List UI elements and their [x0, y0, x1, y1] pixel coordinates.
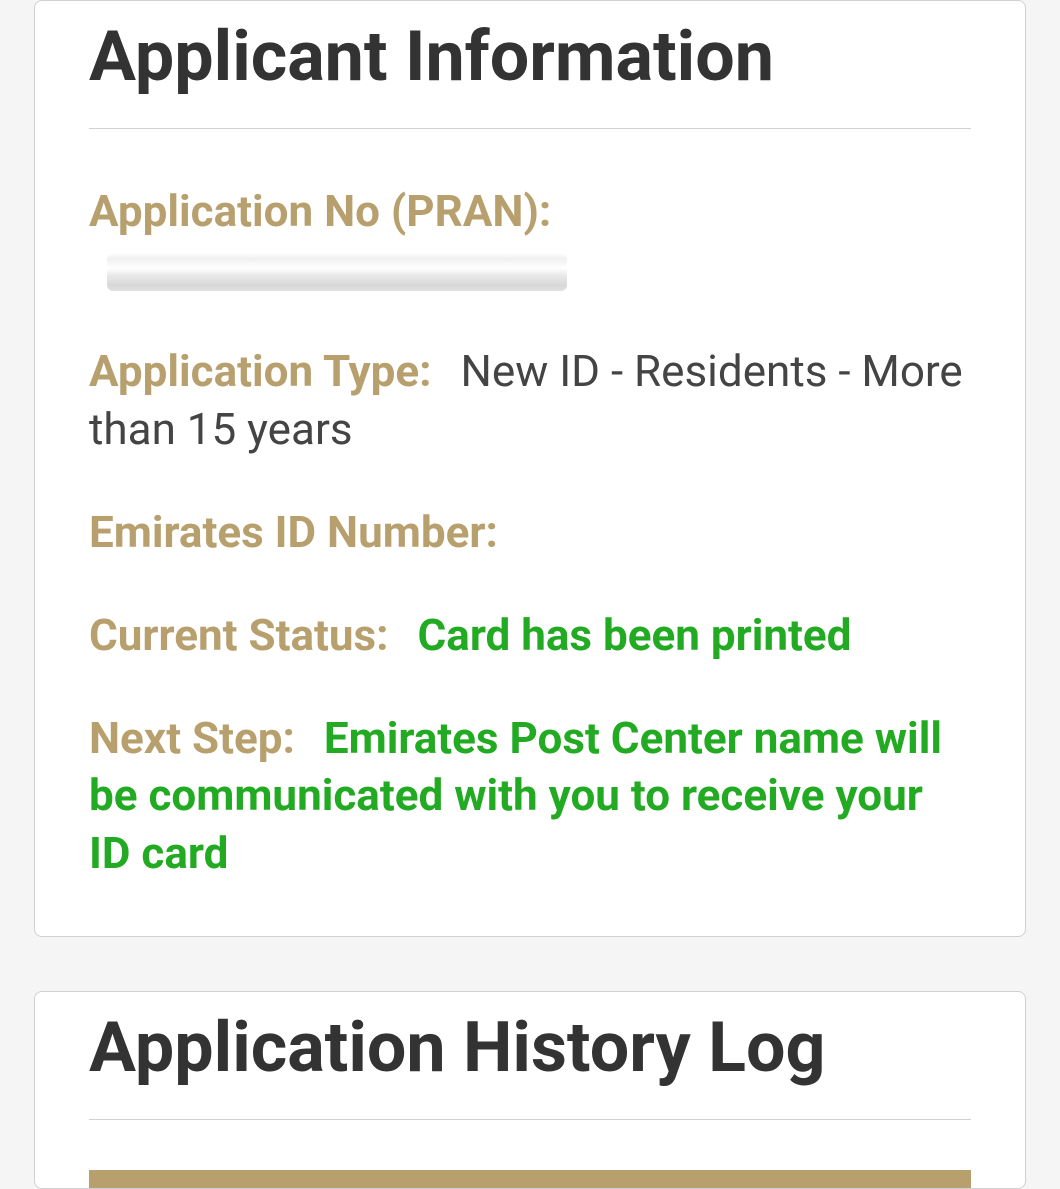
eid-label: Emirates ID Number:	[89, 506, 498, 558]
history-log-card: Application History Log	[34, 991, 1026, 1189]
status-row: Current Status: Card has been printed	[89, 607, 971, 664]
status-value: Card has been printed	[417, 609, 851, 661]
status-label: Current Status:	[89, 609, 389, 661]
next-step-label: Next Step:	[89, 712, 295, 764]
app-type-label: Application Type:	[89, 345, 432, 397]
app-type-row: Application Type: New ID - Residents - M…	[89, 343, 971, 457]
history-log-title: Application History Log	[89, 1007, 971, 1120]
pran-label: Application No (PRAN):	[89, 185, 551, 237]
applicant-info-title: Applicant Information	[89, 16, 971, 129]
pran-row: Application No (PRAN):	[89, 183, 971, 297]
applicant-info-card: Applicant Information Application No (PR…	[34, 0, 1026, 937]
history-log-table-header	[89, 1170, 971, 1188]
next-step-row: Next Step: Emirates Post Center name wil…	[89, 710, 971, 882]
pran-redacted-value	[107, 253, 567, 291]
eid-row: Emirates ID Number:	[89, 504, 971, 561]
